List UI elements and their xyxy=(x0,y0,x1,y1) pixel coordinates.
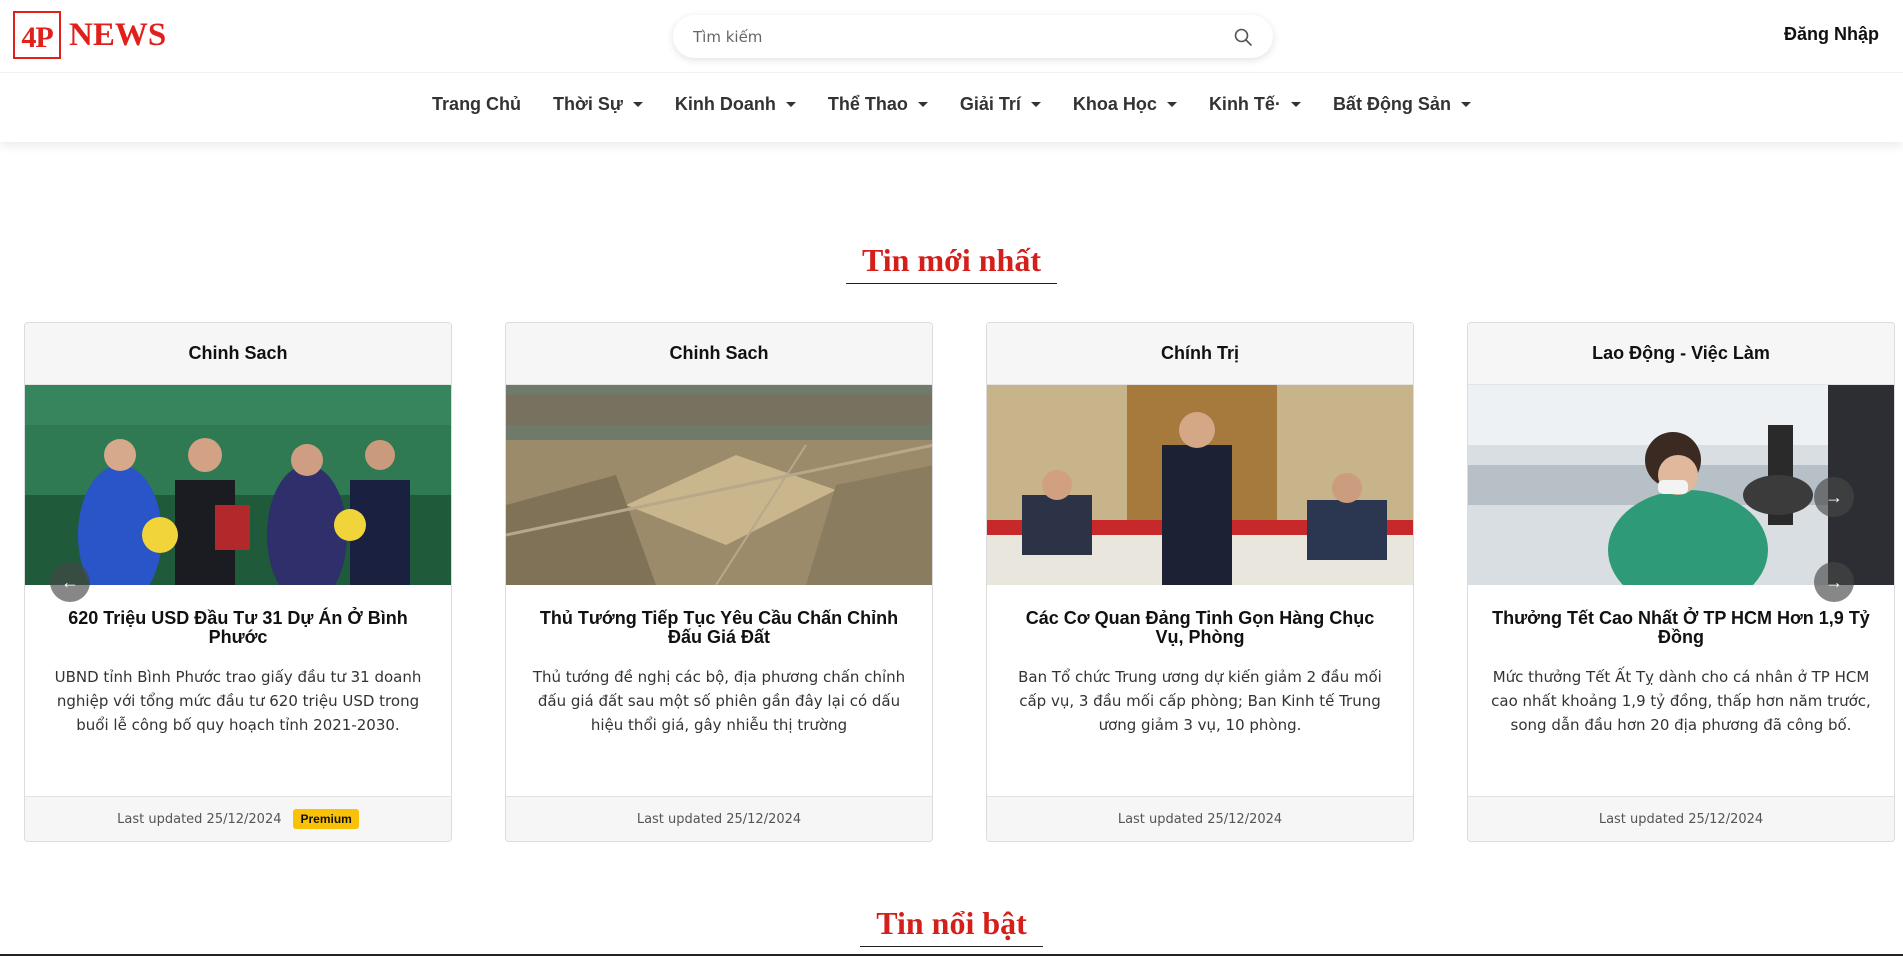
carousel-prev-icon: ← xyxy=(61,571,79,592)
caret-down-icon xyxy=(632,102,643,107)
last-updated-text: Last updated 25/12/2024 xyxy=(636,811,802,827)
search-icon[interactable] xyxy=(1233,27,1253,47)
nav-item-label: Bất Động Sản xyxy=(1332,94,1451,114)
card-title[interactable]: Các Cơ Quan Đảng Tinh Gọn Hàng Chục Vụ, … xyxy=(987,585,1413,665)
last-updated-text: Last updated 25/12/2024 xyxy=(1117,811,1283,827)
card-category[interactable]: Chính Trị xyxy=(987,323,1413,385)
last-updated-text: Last updated 25/12/2024 xyxy=(117,811,282,827)
featured-news-heading: Tin nổi bật xyxy=(860,905,1043,947)
card-description: UBND tỉnh Bình Phước trao giấy đầu tư 31… xyxy=(54,668,422,734)
nav-item-label: Khoa Học xyxy=(1072,94,1157,114)
card-description: Thủ tướng đề nghị các bộ, địa phương chấ… xyxy=(532,668,906,734)
caret-down-icon xyxy=(1166,102,1177,107)
caret-down-icon xyxy=(917,102,928,107)
card-footer: Last updated 25/12/2024 xyxy=(987,796,1413,841)
card-image-next-button[interactable]: → xyxy=(1814,477,1854,517)
nav-item[interactable]: Thể Thao xyxy=(812,88,944,121)
card-title[interactable]: Thủ Tướng Tiếp Tục Yêu Cầu Chấn Chỉnh Đấ… xyxy=(506,585,932,665)
card-footer: Last updated 25/12/2024 xyxy=(506,796,932,841)
card-category[interactable]: Lao Động - Việc Làm xyxy=(1468,323,1894,385)
nav-item-label: Kinh Doanh xyxy=(674,94,776,114)
site-logo[interactable]: 4P NEWS xyxy=(13,11,166,59)
carousel-next-icon: → xyxy=(1825,571,1843,592)
nav-item[interactable]: Kinh Doanh xyxy=(659,88,812,121)
card-footer: Last updated 25/12/2024 xyxy=(1468,796,1894,841)
aerial-land-photo[interactable] xyxy=(506,385,932,585)
nav-divider xyxy=(0,72,1903,73)
last-updated-text: Last updated 25/12/2024 xyxy=(1598,811,1764,827)
card-title[interactable]: 620 Triệu USD Đầu Tư 31 Dự Án Ở Bình Phư… xyxy=(25,585,451,665)
news-card[interactable]: Chính Trị Các Cơ Quan Đảng Tinh Gọn Hàng… xyxy=(986,322,1414,842)
caret-down-icon xyxy=(785,102,796,107)
carousel-prev-button[interactable]: ← xyxy=(50,562,90,602)
search-bar xyxy=(673,15,1273,58)
caret-down-icon xyxy=(1460,102,1471,107)
nav-item[interactable]: Thời Sự xyxy=(537,88,659,121)
site-header: 4P NEWS Đăng Nhập Trang Chủ Thời Sự Kinh D… xyxy=(0,0,1903,142)
main-nav: Trang Chủ Thời Sự Kinh Doanh Thể Thao Giải T… xyxy=(0,88,1903,121)
premium-badge: Premium xyxy=(293,809,359,829)
carousel-next-button[interactable]: → xyxy=(1814,562,1854,602)
nav-item-label: Giải Trí xyxy=(959,94,1021,114)
nav-item-label: Thể Thao xyxy=(827,94,908,114)
logo-mark: 4P xyxy=(13,11,61,59)
nav-item[interactable]: Giải Trí xyxy=(944,88,1057,121)
caret-down-icon xyxy=(1030,102,1041,107)
latest-news-heading: Tin mới nhất xyxy=(846,242,1057,284)
nav-item-label: Trang Chủ xyxy=(432,94,522,114)
nav-item[interactable]: Trang Chủ xyxy=(416,88,537,121)
card-description: Ban Tổ chức Trung ương dự kiến giảm 2 đầ… xyxy=(1018,668,1382,734)
card-category[interactable]: Chinh Sach xyxy=(506,323,932,385)
caret-down-icon xyxy=(1290,102,1301,107)
latest-news-carousel: Chinh Sach 620 Triệu USD Đầu Tư 31 Dự Án… xyxy=(24,322,1895,842)
card-footer: Last updated 25/12/2024 Premium xyxy=(25,796,451,841)
nav-item-label: Thời Sự xyxy=(553,94,623,114)
login-button[interactable]: Đăng Nhập xyxy=(1784,24,1879,45)
nav-item[interactable]: Bất Động Sản xyxy=(1317,88,1487,121)
card-description: Mức thưởng Tết Ất Tỵ dành cho cá nhân ở … xyxy=(1491,668,1871,734)
nav-item[interactable]: Kinh Tế· xyxy=(1193,88,1317,121)
card-image-next-icon: → xyxy=(1825,486,1843,507)
nav-item[interactable]: Khoa Học xyxy=(1057,88,1193,121)
latest-news-heading-wrap: Tin mới nhất xyxy=(0,242,1903,284)
meeting-room-photo[interactable] xyxy=(987,385,1413,585)
featured-news-heading-wrap: Tin nổi bật xyxy=(0,905,1903,947)
nav-item-label: Kinh Tế· xyxy=(1208,94,1281,114)
logo-text: NEWS xyxy=(69,16,167,53)
card-category[interactable]: Chinh Sach xyxy=(25,323,451,385)
award-ceremony-photo[interactable] xyxy=(25,385,451,585)
news-card[interactable]: Chinh Sach Thủ Tướng Tiếp Tục Yêu Cầu Ch… xyxy=(505,322,933,842)
search-input[interactable] xyxy=(693,27,1233,46)
